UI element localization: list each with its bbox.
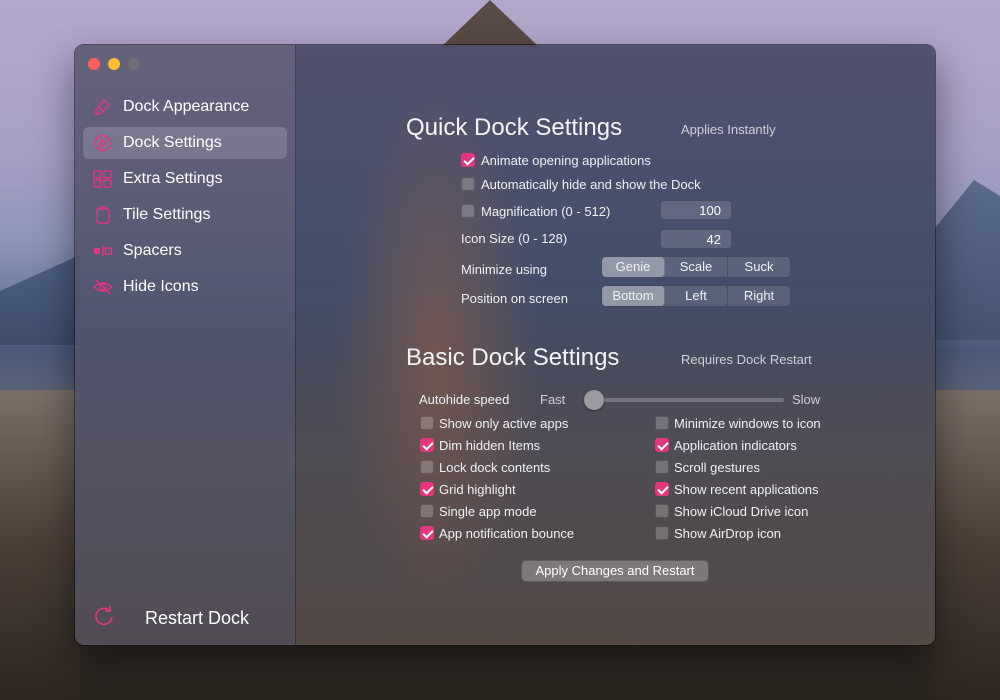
app-window: Dock Appearance Dock Settings Extra Sett…	[74, 44, 936, 646]
position-control: Bottom Left Right	[601, 285, 791, 307]
brush-icon	[93, 98, 113, 116]
option-checkbox[interactable]	[420, 504, 434, 518]
main-panel: Quick Dock Settings Applies Instantly An…	[296, 45, 935, 645]
autohide-speed-knob[interactable]	[584, 390, 604, 410]
option-checkbox[interactable]	[655, 416, 669, 430]
option-checkbox[interactable]	[655, 460, 669, 474]
option-label: Scroll gestures	[674, 460, 760, 475]
wallpaper-peak	[440, 0, 540, 48]
option-checkbox[interactable]	[655, 438, 669, 452]
fast-label: Fast	[540, 392, 566, 407]
option-label: Lock dock contents	[439, 460, 551, 475]
magnification-label: Magnification (0 - 512)	[481, 204, 611, 219]
option-label: Show only active apps	[439, 416, 569, 431]
option-label: Show recent applications	[674, 482, 819, 497]
option-label: Show AirDrop icon	[674, 526, 781, 541]
dock-settings-icon	[93, 134, 113, 152]
autohide-speed-track[interactable]	[584, 398, 784, 402]
animate-label: Animate opening applications	[481, 153, 651, 168]
restart-dock-label: Restart Dock	[145, 608, 250, 628]
option-checkbox[interactable]	[655, 482, 669, 496]
option-label: App notification bounce	[439, 526, 575, 541]
zoom-window-button[interactable]	[128, 58, 140, 70]
wallpaper-ridge-right	[935, 180, 1000, 340]
position-option-bottom[interactable]: Bottom	[602, 286, 665, 306]
sidebar-item-spacers[interactable]: Spacers	[83, 235, 287, 267]
position-option-right[interactable]: Right	[728, 286, 790, 306]
option-checkbox[interactable]	[420, 438, 434, 452]
spacer-icon	[93, 242, 113, 260]
sidebar-item-tile-settings[interactable]: Tile Settings	[83, 199, 287, 231]
sidebar-item-label: Hide Icons	[123, 278, 199, 295]
option-checkbox[interactable]	[420, 482, 434, 496]
wallpaper-ridge-left	[0, 255, 80, 345]
position-option-left[interactable]: Left	[665, 286, 728, 306]
autohide-label: Automatically hide and show the Dock	[481, 177, 701, 192]
minimize-option-suck[interactable]: Suck	[728, 257, 790, 277]
icon-size-field[interactable]: 42	[660, 229, 732, 249]
option-checkbox[interactable]	[655, 504, 669, 518]
magnification-field[interactable]: 100	[660, 200, 732, 220]
option-label: Show iCloud Drive icon	[674, 504, 809, 519]
tile-icon	[93, 206, 113, 224]
position-label: Position on screen	[461, 291, 568, 306]
option-checkbox[interactable]	[420, 416, 434, 430]
wallpaper-ground-left	[0, 390, 80, 700]
wallpaper-ground-right	[935, 390, 1000, 700]
animate-checkbox[interactable]	[461, 153, 475, 167]
minimize-effect-control: Genie Scale Suck	[601, 256, 791, 278]
autohide-speed-label: Autohide speed	[419, 392, 510, 407]
minimize-using-label: Minimize using	[461, 262, 547, 277]
eye-slash-icon	[93, 278, 113, 296]
close-window-button[interactable]	[88, 58, 100, 70]
magnification-checkbox[interactable]	[461, 204, 475, 218]
option-label: Single app mode	[439, 504, 537, 519]
basic-settings-title: Basic Dock Settings	[406, 344, 620, 371]
sidebar-item-label: Extra Settings	[123, 170, 223, 187]
sidebar-item-hide-icons[interactable]: Hide Icons	[83, 271, 287, 303]
minimize-window-button[interactable]	[108, 58, 120, 70]
autohide-checkbox[interactable]	[461, 177, 475, 191]
grid-icon	[93, 170, 113, 188]
option-label: Minimize windows to icon	[674, 416, 821, 431]
option-checkbox[interactable]	[655, 526, 669, 540]
option-checkbox[interactable]	[420, 460, 434, 474]
slow-label: Slow	[792, 392, 821, 407]
sidebar-item-label: Dock Settings	[123, 134, 222, 151]
minimize-option-genie[interactable]: Genie	[602, 257, 665, 277]
restart-icon	[93, 605, 115, 632]
restart-dock-button[interactable]: Restart Dock	[91, 603, 281, 633]
sidebar-item-label: Spacers	[123, 242, 182, 259]
basic-settings-note: Requires Dock Restart	[681, 352, 812, 367]
apply-changes-button[interactable]: Apply Changes and Restart	[521, 560, 709, 582]
sidebar-item-label: Tile Settings	[123, 206, 211, 223]
option-label: Dim hidden Items	[439, 438, 541, 453]
quick-settings-title: Quick Dock Settings	[406, 114, 623, 141]
sidebar-item-extra-settings[interactable]: Extra Settings	[83, 163, 287, 195]
option-label: Grid highlight	[439, 482, 516, 497]
option-label: Application indicators	[674, 438, 797, 453]
option-checkbox[interactable]	[420, 526, 434, 540]
quick-settings-note: Applies Instantly	[681, 122, 776, 137]
icon-size-label: Icon Size (0 - 128)	[461, 231, 568, 246]
minimize-option-scale[interactable]: Scale	[665, 257, 728, 277]
sidebar: Dock Appearance Dock Settings Extra Sett…	[75, 45, 296, 645]
sidebar-item-dock-appearance[interactable]: Dock Appearance	[83, 91, 287, 123]
sidebar-item-dock-settings[interactable]: Dock Settings	[83, 127, 287, 159]
sidebar-item-label: Dock Appearance	[123, 98, 250, 115]
